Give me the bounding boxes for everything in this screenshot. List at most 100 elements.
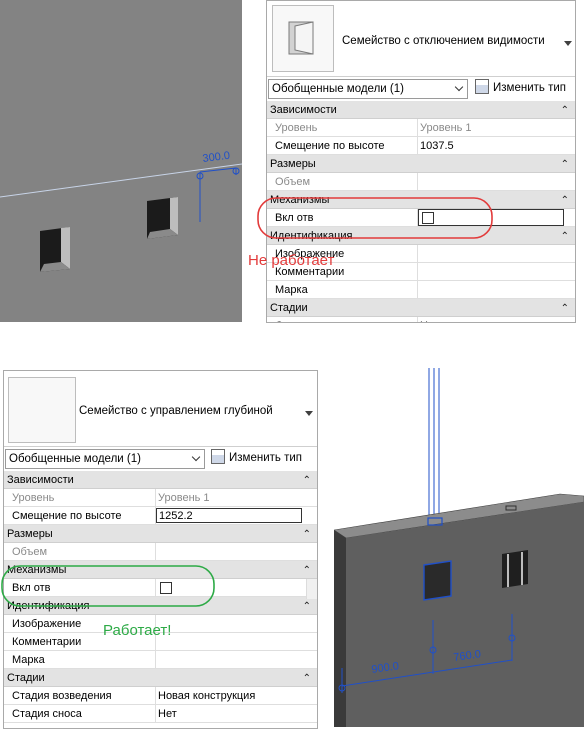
wall-front-face bbox=[346, 502, 584, 727]
family-thumbnail bbox=[272, 5, 334, 72]
property-label: Комментарии bbox=[12, 636, 82, 648]
collapse-icon[interactable]: ⌃ bbox=[303, 562, 311, 580]
type-selector-dropdown[interactable]: Обобщенные модели (1) bbox=[268, 79, 468, 99]
scrollbar[interactable] bbox=[306, 579, 317, 599]
group-label: Стадии bbox=[270, 302, 308, 314]
property-group-header[interactable]: Зависимости ⌃ bbox=[267, 101, 575, 119]
property-group-header[interactable]: Размеры ⌃ bbox=[4, 525, 317, 543]
properties-panel-bottom: Семейство с управлением глубиной Обобщен… bbox=[3, 370, 318, 729]
column-divider bbox=[417, 173, 418, 190]
edit-type-button[interactable]: Изменить тип bbox=[475, 79, 566, 97]
property-row[interactable]: Стадия возведения Новая конструкция bbox=[4, 687, 317, 705]
property-label: Уровень bbox=[12, 492, 55, 504]
type-header[interactable]: Семейство с управлением глубиной bbox=[4, 371, 317, 447]
type-selector-value: Обобщенные модели (1) bbox=[9, 453, 141, 465]
opening-selected bbox=[423, 560, 452, 601]
highlight-ellipse-red bbox=[257, 197, 493, 239]
type-selector-dropdown[interactable]: Обобщенные модели (1) bbox=[5, 449, 205, 469]
viewport-3d-bottom[interactable]: 900.0 760.0 bbox=[333, 368, 584, 727]
viewport-bottom-graphics: 900.0 760.0 bbox=[333, 368, 584, 727]
property-label: Стадия сноса bbox=[12, 708, 82, 720]
properties-panel-top: Семейство с отключением видимости Обобще… bbox=[266, 0, 576, 323]
property-row[interactable]: Марка bbox=[4, 651, 317, 669]
collapse-icon[interactable]: ⌃ bbox=[561, 300, 569, 318]
property-label: Смещение по высоте bbox=[275, 140, 385, 152]
chevron-down-icon[interactable] bbox=[305, 411, 313, 416]
property-group-header[interactable]: Стадии ⌃ bbox=[267, 299, 575, 317]
group-label: Зависимости bbox=[270, 104, 337, 116]
column-divider bbox=[417, 245, 418, 262]
property-row[interactable]: Смещение по высоте 1037.5 bbox=[267, 137, 575, 155]
property-row[interactable]: Объем bbox=[4, 543, 317, 561]
family-type-name: Семейство с управлением глубиной bbox=[79, 405, 273, 417]
property-row[interactable]: Стадия возведения Новая конструкция bbox=[267, 317, 575, 322]
property-label: Изображение bbox=[12, 618, 82, 630]
property-row[interactable]: Стадия сноса Нет bbox=[4, 705, 317, 723]
property-value: Новая конструкция bbox=[420, 317, 517, 322]
property-label: Смещение по высоте bbox=[12, 510, 122, 522]
annotation-not-working: Не работает bbox=[248, 252, 335, 269]
collapse-icon[interactable]: ⌃ bbox=[303, 472, 311, 490]
property-row[interactable]: Объем bbox=[267, 173, 575, 191]
chevron-down-icon bbox=[191, 452, 201, 462]
group-label: Зависимости bbox=[7, 474, 74, 486]
column-divider bbox=[155, 687, 156, 704]
column-divider bbox=[155, 543, 156, 560]
wall-side-face bbox=[334, 530, 346, 727]
property-label: Уровень bbox=[275, 122, 318, 134]
collapse-icon[interactable]: ⌃ bbox=[561, 102, 569, 120]
collapse-icon[interactable]: ⌃ bbox=[303, 526, 311, 544]
collapse-icon[interactable]: ⌃ bbox=[561, 192, 569, 210]
collapse-icon[interactable]: ⌃ bbox=[303, 670, 311, 688]
property-group-header[interactable]: Размеры ⌃ bbox=[267, 155, 575, 173]
property-value-input[interactable]: 1252.2 bbox=[156, 508, 302, 523]
family-thumbnail bbox=[8, 377, 76, 443]
column-divider bbox=[417, 137, 418, 154]
property-row[interactable]: Уровень Уровень 1 bbox=[267, 119, 575, 137]
group-label: Размеры bbox=[7, 528, 53, 540]
annotation-working: Работает! bbox=[103, 622, 172, 639]
opening-left-reveal bbox=[61, 227, 70, 269]
property-row[interactable]: Марка bbox=[267, 281, 575, 299]
property-label: Марка bbox=[275, 284, 308, 296]
edit-type-icon bbox=[211, 449, 225, 464]
column-divider bbox=[417, 281, 418, 298]
property-label: Объем bbox=[275, 176, 311, 188]
property-value: 1037.5 bbox=[420, 140, 454, 152]
edit-type-label: Изменить тип bbox=[229, 452, 302, 464]
collapse-icon[interactable]: ⌃ bbox=[561, 156, 569, 174]
property-value: Нет bbox=[158, 708, 177, 720]
edit-type-button[interactable]: Изменить тип bbox=[211, 449, 302, 467]
column-divider bbox=[417, 119, 418, 136]
viewport-top-graphics: 300.0 bbox=[0, 150, 243, 272]
property-value: Уровень 1 bbox=[158, 492, 210, 504]
highlight-ellipse-green bbox=[1, 565, 215, 607]
property-label: Марка bbox=[12, 654, 45, 666]
family-type-name: Семейство с отключением видимости bbox=[342, 35, 545, 47]
viewport-3d-top[interactable]: 300.0 bbox=[0, 0, 243, 322]
property-group-header[interactable]: Зависимости ⌃ bbox=[4, 471, 317, 489]
column-divider bbox=[155, 489, 156, 506]
collapse-icon[interactable]: ⌃ bbox=[303, 598, 311, 616]
column-divider bbox=[155, 705, 156, 722]
chevron-down-icon[interactable] bbox=[564, 41, 572, 46]
column-divider bbox=[417, 317, 418, 322]
group-label: Стадии bbox=[7, 672, 45, 684]
property-row[interactable]: Смещение по высоте 1252.2 bbox=[4, 507, 317, 525]
property-value: Новая конструкция bbox=[158, 690, 256, 702]
property-label: Стадия возведения bbox=[275, 317, 375, 322]
property-group-header[interactable]: Стадии ⌃ bbox=[4, 669, 317, 687]
group-label: Размеры bbox=[270, 158, 316, 170]
property-value: Уровень 1 bbox=[420, 122, 472, 134]
property-row[interactable]: Уровень Уровень 1 bbox=[4, 489, 317, 507]
opening-right-reveal bbox=[170, 197, 178, 235]
edit-type-icon bbox=[475, 79, 489, 94]
type-header[interactable]: Семейство с отключением видимости bbox=[267, 1, 575, 77]
collapse-icon[interactable]: ⌃ bbox=[561, 228, 569, 246]
dimension-text[interactable]: 300.0 bbox=[202, 150, 231, 165]
column-divider bbox=[155, 651, 156, 668]
wall-edge-line bbox=[0, 163, 243, 198]
opening-right bbox=[502, 550, 528, 588]
family-preview-icon bbox=[288, 21, 314, 55]
property-label: Объем bbox=[12, 546, 48, 558]
